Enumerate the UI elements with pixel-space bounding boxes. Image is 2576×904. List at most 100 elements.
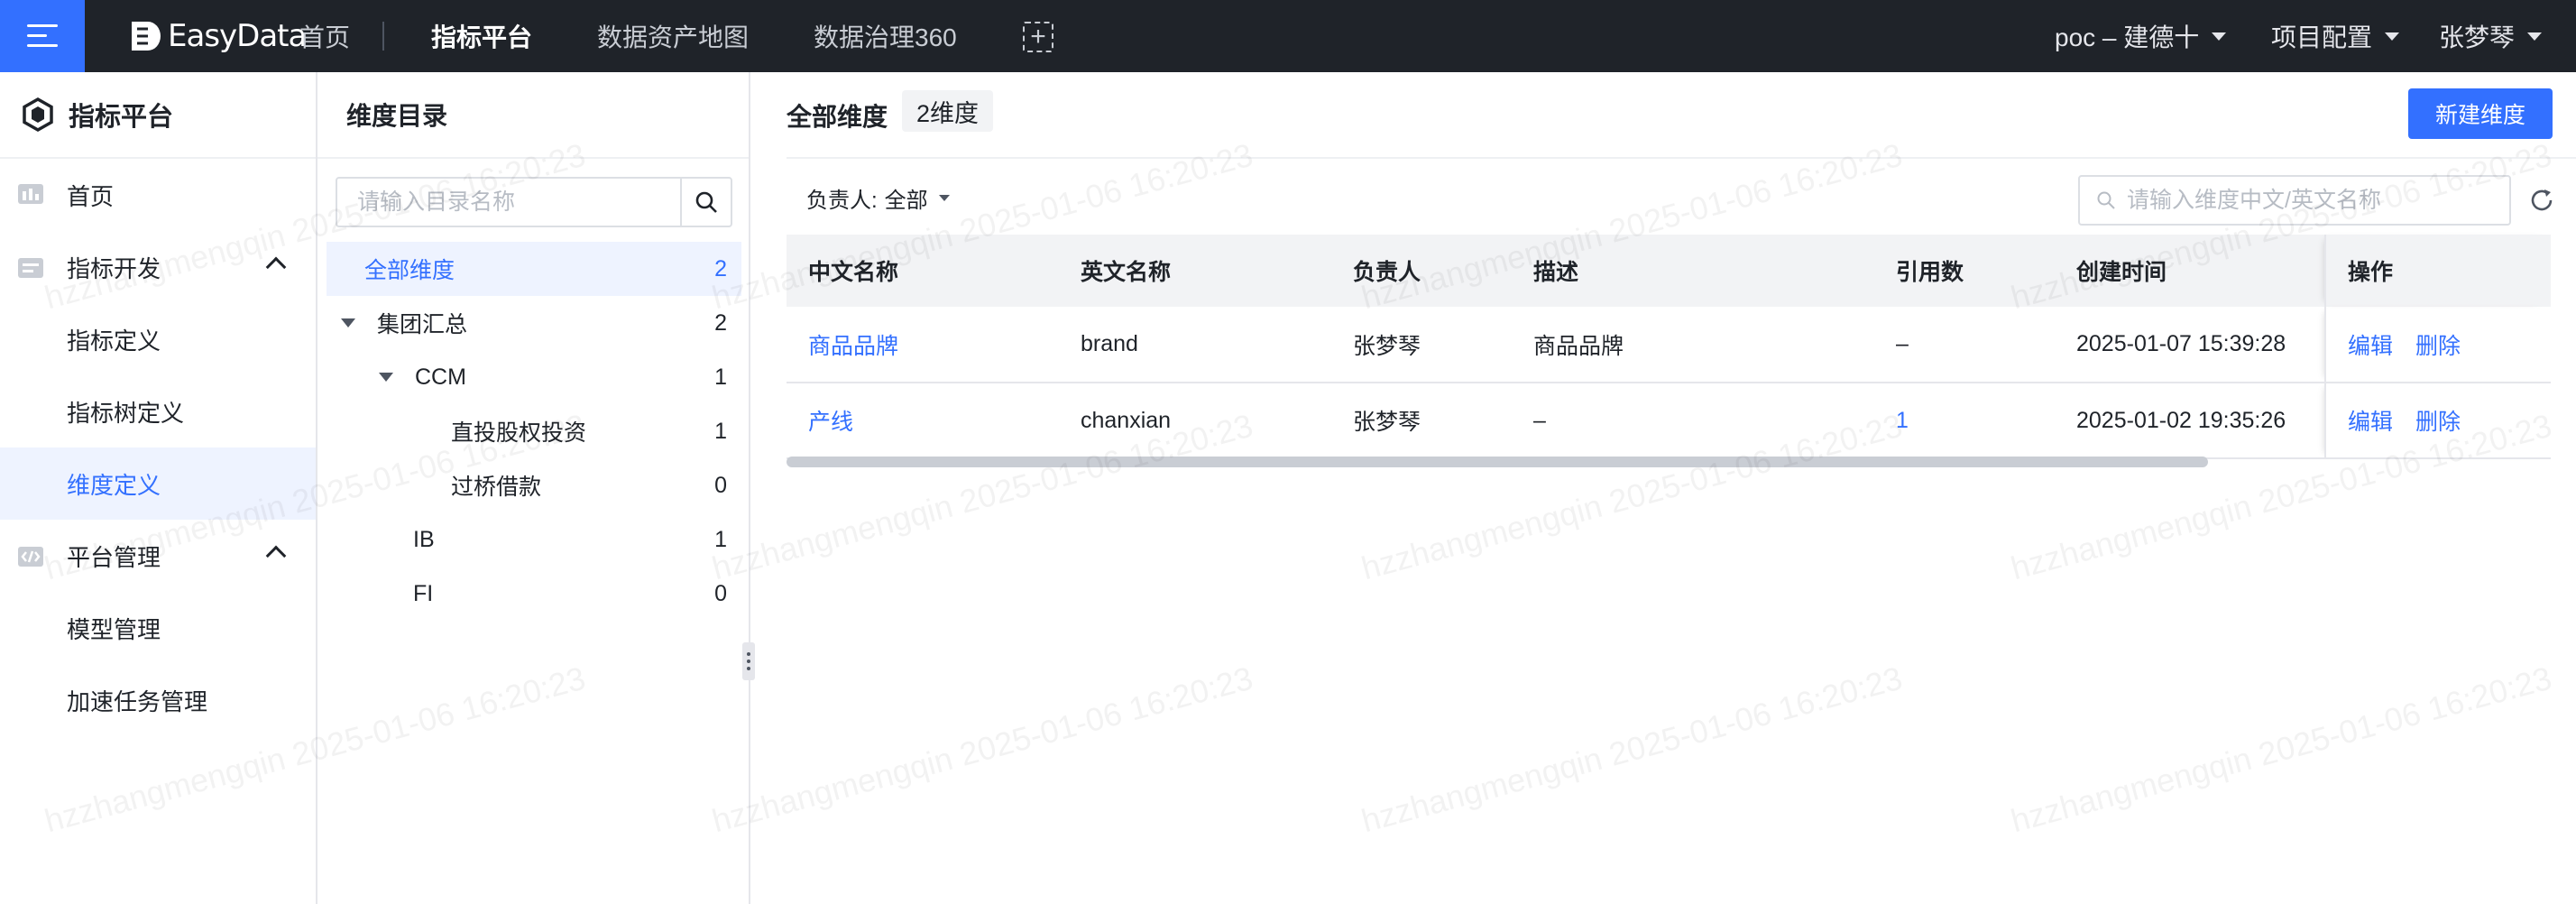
directory-search-input[interactable] (337, 179, 680, 226)
brand-logo[interactable]: EasyData (128, 16, 307, 56)
menu-toggle-button[interactable] (0, 0, 85, 72)
table-cell: chanxian (1059, 383, 1331, 459)
dimension-count-badge: 2维度 (902, 90, 994, 132)
tree-node-count: 2 (714, 310, 727, 336)
sidebar-item-metric-definition[interactable]: 指标定义 (0, 303, 316, 375)
tree-node-ib[interactable]: IB 1 (327, 512, 741, 567)
search-icon (695, 191, 717, 213)
brand-name: EasyData (168, 18, 307, 54)
user-menu[interactable]: 张梦琴 (2439, 0, 2543, 72)
project-config-label: 项目配置 (2271, 23, 2373, 51)
table-cell: – (1512, 383, 1874, 459)
tree-node-count: 1 (714, 419, 727, 444)
chevron-up-icon (265, 545, 287, 567)
reference-count-link[interactable]: 1 (1896, 408, 1909, 433)
sidebar-item-label: 加速任务管理 (67, 687, 208, 715)
menu-icon (27, 24, 58, 48)
project-selector[interactable]: poc – 建德十 (2055, 0, 2227, 72)
caret-down-icon[interactable] (379, 373, 393, 382)
chevron-down-icon (2385, 32, 2400, 41)
nav-home[interactable]: 首页 (299, 0, 350, 72)
sidebar-item-model-management[interactable]: 模型管理 (0, 592, 316, 664)
tree-node-label: 过桥借款 (451, 475, 542, 500)
project-name: poc – 建德十 (2055, 23, 2200, 51)
sidebar-item-label: 首页 (67, 182, 115, 210)
owner-filter-value: 全部 (884, 189, 928, 213)
directory-title: 维度目录 (317, 72, 749, 159)
sidebar-item-dimension-definition[interactable]: 维度定义 (0, 447, 316, 520)
divider (787, 157, 2576, 159)
refresh-icon[interactable] (2527, 186, 2556, 215)
dimension-search-input[interactable] (2127, 187, 2509, 214)
sidebar-group-platform-mgmt[interactable]: 平台管理 (0, 520, 316, 592)
chevron-up-icon (265, 256, 287, 278)
sidebar-item-label: 指标树定义 (67, 399, 185, 427)
tree-node-fi[interactable]: FI 0 (327, 567, 741, 621)
chevron-down-icon (2527, 32, 2543, 41)
home-dashboard-icon (18, 184, 43, 204)
new-dimension-button[interactable]: 新建维度 (2408, 88, 2553, 139)
nav-data-governance[interactable]: 数据治理360 (814, 0, 957, 72)
dimension-directory-panel: 维度目录 全部维度 2 集团汇总 2 CCM 1 直投股权投资 1 过桥借款 0… (317, 72, 750, 904)
nav-data-asset-map[interactable]: 数据资产地图 (597, 0, 749, 72)
tree-node-count: 2 (714, 256, 727, 281)
page-title: 全部维度 (787, 103, 888, 131)
tree-node-ccm[interactable]: CCM 1 (327, 350, 741, 404)
easydata-logo-icon (132, 22, 161, 51)
column-header: 引用数 (1874, 235, 2055, 307)
dimension-name-link[interactable]: 产线 (808, 410, 853, 435)
tree-node-label: 集团汇总 (377, 312, 468, 337)
tree-node-all-dimensions[interactable]: 全部维度 2 (327, 242, 741, 296)
owner-filter[interactable]: 负责人: 全部 (806, 182, 950, 214)
horizontal-scrollbar[interactable] (787, 457, 2208, 467)
table-cell: 张梦琴 (1331, 383, 1512, 459)
table-header-row: 中文名称 英文名称 负责人 描述 引用数 创建时间 操作 (787, 235, 2551, 307)
table-actions: 编辑 删除 (2324, 383, 2551, 459)
column-header: 负责人 (1331, 235, 1512, 307)
sidebar-item-acceleration-task[interactable]: 加速任务管理 (0, 664, 316, 736)
directory-search-button[interactable] (680, 179, 731, 226)
tree-node-label: IB (413, 526, 435, 552)
tree-node-group-summary[interactable]: 集团汇总 2 (327, 296, 741, 350)
edit-button[interactable]: 编辑 (2348, 410, 2393, 435)
dimension-search (2078, 175, 2511, 226)
project-config-menu[interactable]: 项目配置 (2271, 0, 2400, 72)
dimension-name-link[interactable]: 商品品牌 (808, 334, 898, 359)
sidebar-header: 指标平台 (0, 72, 316, 159)
dimension-table: 中文名称 英文名称 负责人 描述 引用数 创建时间 操作 商品品牌 brand … (787, 235, 2551, 459)
platform-logo-icon (23, 97, 53, 133)
caret-down-icon[interactable] (341, 318, 355, 327)
owner-filter-label: 负责人: (806, 189, 878, 213)
column-header: 创建时间 (2055, 235, 2325, 307)
tree-node-direct-equity[interactable]: 直投股权投资 1 (327, 404, 741, 458)
column-header: 中文名称 (787, 235, 1059, 307)
sidebar: 指标平台 首页 指标开发 指标定义 指标树定义 维度定义 平台管理 模型管理 加… (0, 72, 317, 904)
nav-metric-platform[interactable]: 指标平台 (431, 0, 532, 72)
add-tab-icon[interactable]: + (1023, 22, 1053, 52)
table-row: 产线 chanxian 张梦琴 – 1 2025-01-02 19:35:26 … (787, 383, 2551, 459)
delete-button[interactable]: 删除 (2415, 334, 2461, 359)
sidebar-item-label: 模型管理 (67, 615, 161, 643)
tree-node-label: 全部维度 (364, 258, 455, 283)
platform-code-icon (18, 547, 43, 567)
sidebar-group-metric-dev[interactable]: 指标开发 (0, 231, 316, 303)
search-icon (2097, 191, 2115, 209)
main-content: 全部维度 2维度 新建维度 负责人: 全部 中文名称 英文名称 负责人 描述 引… (752, 72, 2576, 904)
table-cell: brand (1059, 307, 1331, 383)
sidebar-item-label: 平台管理 (67, 543, 161, 571)
user-name: 张梦琴 (2439, 23, 2516, 51)
metric-dev-icon (18, 258, 43, 278)
directory-search (336, 177, 732, 227)
chevron-down-icon (2212, 32, 2227, 41)
tree-node-count: 1 (714, 364, 727, 390)
tree-node-label: 直投股权投资 (451, 420, 587, 446)
edit-button[interactable]: 编辑 (2348, 334, 2393, 359)
table-cell: 商品品牌 (1512, 307, 1874, 383)
sidebar-item-home[interactable]: 首页 (0, 159, 316, 231)
column-header: 英文名称 (1059, 235, 1331, 307)
sidebar-title: 指标平台 (69, 103, 174, 132)
nav-divider (382, 22, 384, 51)
sidebar-item-metric-tree[interactable]: 指标树定义 (0, 375, 316, 447)
tree-node-bridge-loan[interactable]: 过桥借款 0 (327, 458, 741, 512)
delete-button[interactable]: 删除 (2415, 410, 2461, 435)
